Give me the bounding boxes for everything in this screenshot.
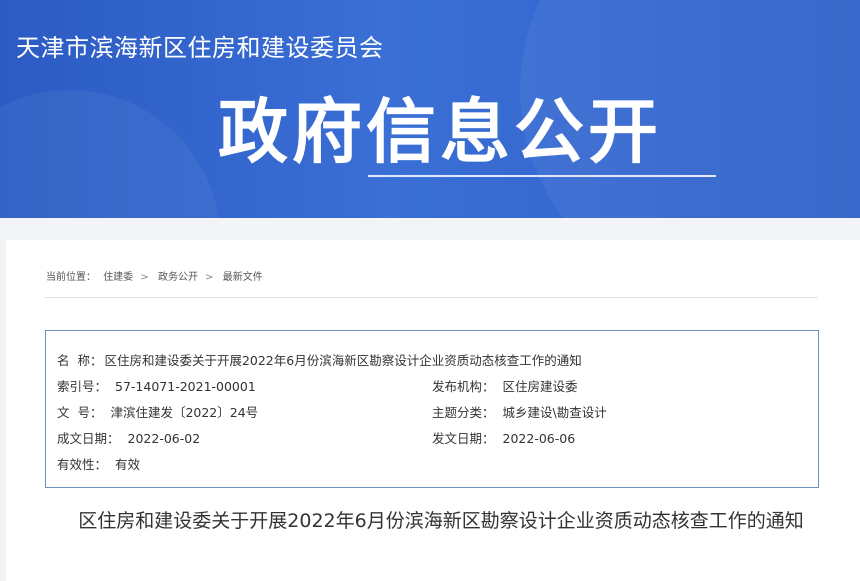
banner-decoration (0, 90, 220, 218)
document-metadata-box: 名 称： 区住房和建设委关于开展2022年6月份滨海新区勘察设计企业资质动态核查工… (45, 330, 819, 488)
content-card: 当前位置： 住建委 > 政务公开 > 最新文件 名 称： 区住房和建设委关于开展2… (6, 240, 860, 581)
meta-docno-row: 文 号： 津滨住建发〔2022〕24号 (57, 402, 258, 421)
meta-created-row: 成文日期： 2022-06-02 (57, 428, 200, 447)
meta-validity-value: 有效 (115, 457, 141, 472)
breadcrumb-separator: > (140, 272, 149, 283)
breadcrumb: 当前位置： 住建委 > 政务公开 > 最新文件 (46, 268, 267, 283)
meta-issued-row: 发文日期： 2022-06-06 (432, 428, 575, 447)
meta-name-value: 区住房和建设委关于开展2022年6月份滨海新区勘察设计企业资质动态核查工作的通知 (104, 353, 582, 368)
meta-created-label: 成文日期： (57, 431, 120, 446)
breadcrumb-item-housing[interactable]: 住建委 (103, 272, 133, 283)
heading-underline (368, 175, 716, 177)
meta-issued-label: 发文日期： (432, 431, 495, 446)
breadcrumb-item-latest-files[interactable]: 最新文件 (223, 272, 263, 283)
breadcrumb-separator: > (205, 272, 214, 283)
meta-docno-label: 文 号： (57, 405, 103, 420)
banner-heading: 政府信息公开 (218, 91, 662, 173)
meta-index-label: 索引号： (57, 379, 108, 394)
meta-created-value: 2022-06-02 (127, 431, 201, 446)
meta-name-label: 名 称： (57, 353, 103, 368)
meta-index-row: 索引号： 57-14071-2021-00001 (57, 376, 256, 395)
article-title: 区住房和建设委关于开展2022年6月份滨海新区勘察设计企业资质动态核查工作的通知 (78, 510, 804, 532)
meta-topic-value: 城乡建设\勘查设计 (502, 405, 607, 420)
breadcrumb-prefix: 当前位置： (46, 272, 96, 283)
meta-docno-value: 津滨住建发〔2022〕24号 (110, 405, 259, 420)
breadcrumb-divider (44, 297, 818, 298)
meta-name-row: 名 称： 区住房和建设委关于开展2022年6月份滨海新区勘察设计企业资质动态核查工… (57, 350, 582, 369)
meta-index-value: 57-14071-2021-00001 (115, 379, 256, 394)
meta-publisher-value: 区住房建设委 (502, 379, 578, 394)
breadcrumb-item-government-affairs[interactable]: 政务公开 (158, 272, 198, 283)
header-banner: 天津市滨海新区住房和建设委员会 政府信息公开 (0, 0, 860, 218)
meta-topic-row: 主题分类： 城乡建设\勘查设计 (432, 402, 607, 421)
meta-issued-value: 2022-06-06 (502, 431, 576, 446)
meta-publisher-row: 发布机构： 区住房建设委 (432, 376, 578, 395)
meta-validity-row: 有效性： 有效 (57, 454, 140, 473)
meta-publisher-label: 发布机构： (432, 379, 495, 394)
meta-topic-label: 主题分类： (432, 405, 495, 420)
meta-validity-label: 有效性： (57, 457, 108, 472)
site-org-name[interactable]: 天津市滨海新区住房和建设委员会 (16, 28, 384, 63)
